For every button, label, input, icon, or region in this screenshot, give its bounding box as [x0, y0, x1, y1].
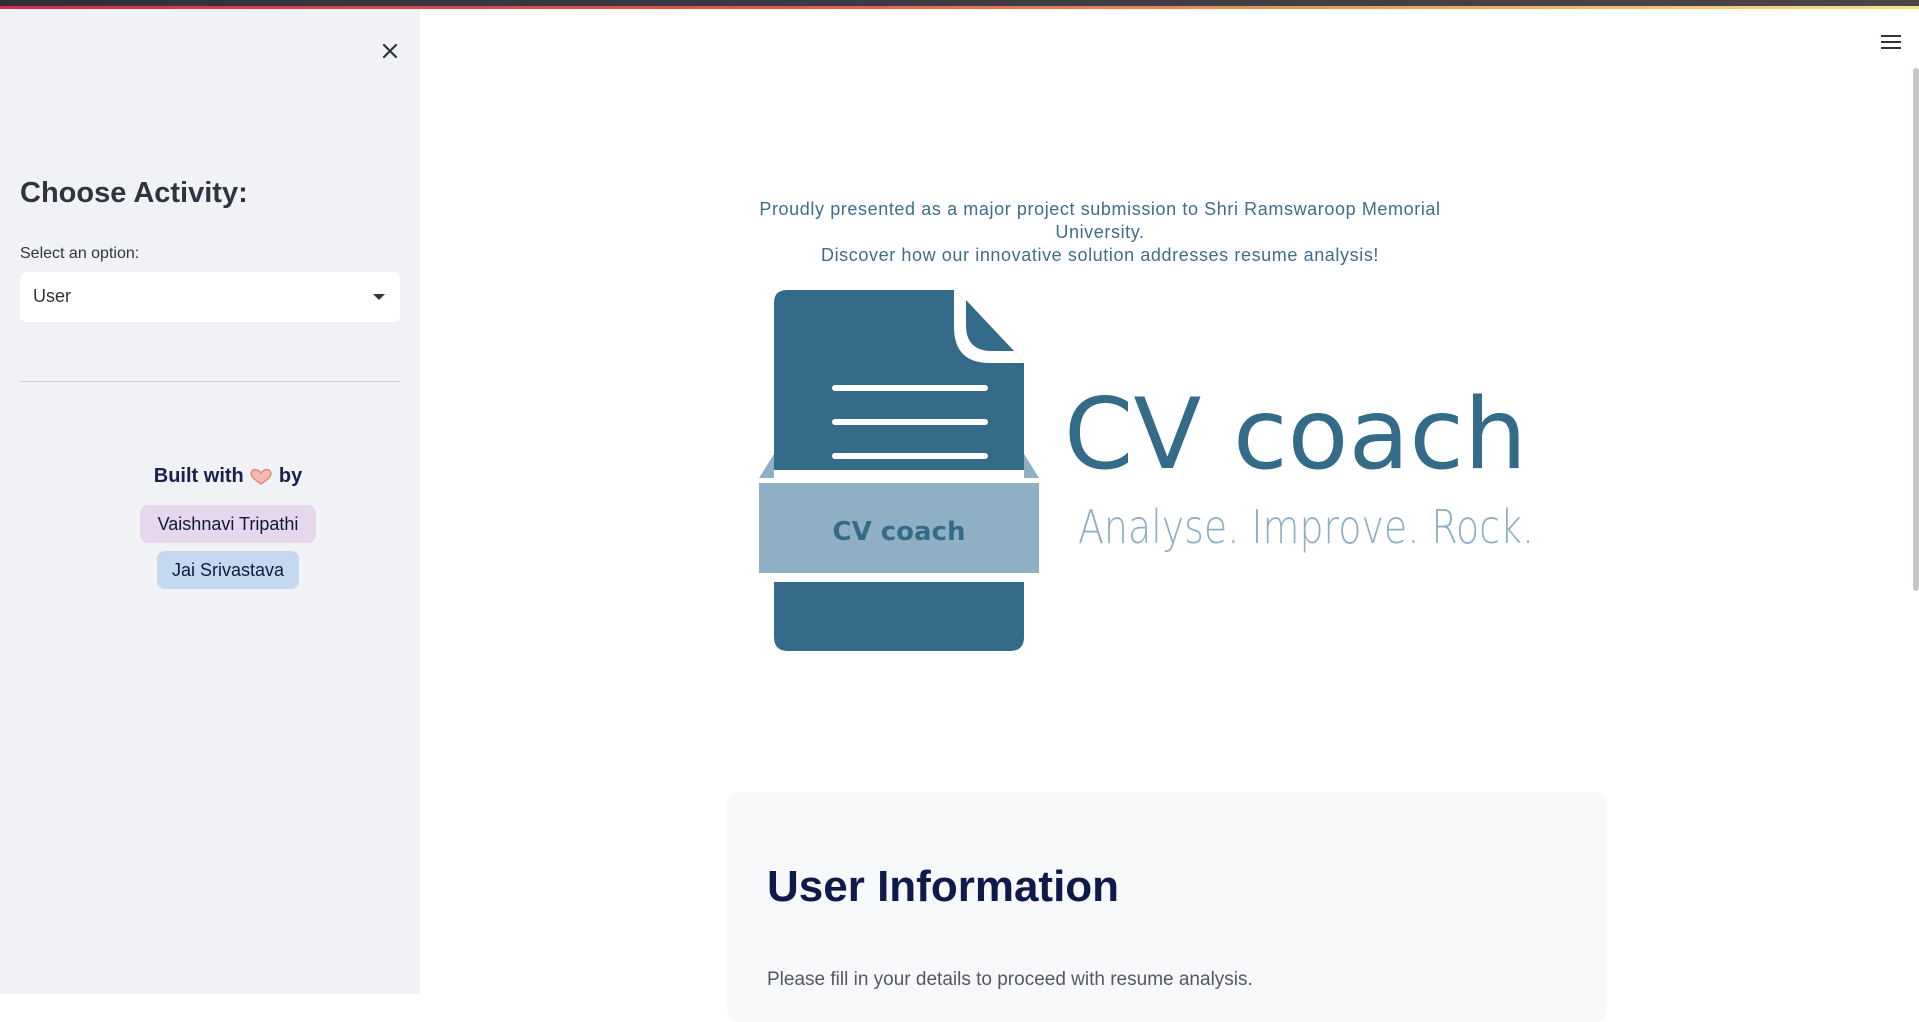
user-information-description: Please fill in your details to proceed w…: [767, 969, 1253, 990]
close-sidebar-button[interactable]: [376, 37, 404, 65]
built-with-prefix: Built with: [153, 465, 244, 487]
main-menu-button[interactable]: [1879, 31, 1903, 53]
tagline-line-1: Proudly presented as a major project sub…: [759, 199, 1441, 242]
chevron-down-icon: [373, 294, 385, 300]
select-label: Select an option:: [20, 245, 140, 262]
built-with-credit: Built with by: [0, 465, 456, 488]
built-with-suffix: by: [278, 465, 303, 487]
hamburger-menu-icon: [1879, 34, 1903, 49]
author-chip-jai[interactable]: Jai Srivastava: [157, 551, 299, 589]
tagline-line-2: Discover how our innovative solution add…: [820, 245, 1380, 265]
sidebar-divider: [20, 381, 400, 382]
app-decoration-stripe: [0, 0, 1919, 9]
user-information-heading: User Information: [767, 862, 1120, 911]
main-content: Proudly presented as a major project sub…: [420, 9, 1919, 1022]
scrollbar[interactable]: [1913, 68, 1919, 591]
sidebar-title: Choose Activity:: [20, 177, 248, 209]
heart-hands-icon: [250, 468, 272, 485]
document-icon: [759, 290, 1039, 651]
badge-text: CV coach: [833, 517, 966, 547]
select-value: User: [33, 286, 72, 306]
brand-name: CV coach: [1064, 378, 1527, 492]
sidebar: Choose Activity: Select an option: User …: [0, 9, 420, 994]
cv-coach-logo: CV coach CV coach Analyse. Improve. Rock…: [759, 290, 1534, 651]
activity-select[interactable]: User: [20, 272, 400, 322]
author-chip-vaishnavi[interactable]: Vaishnavi Tripathi: [140, 505, 316, 543]
tagline: Proudly presented as a major project sub…: [750, 198, 1450, 267]
slogan: Analyse. Improve. Rock.: [1078, 500, 1534, 554]
user-information-card: User Information Please fill in your det…: [727, 792, 1607, 1022]
close-icon: [382, 43, 398, 59]
